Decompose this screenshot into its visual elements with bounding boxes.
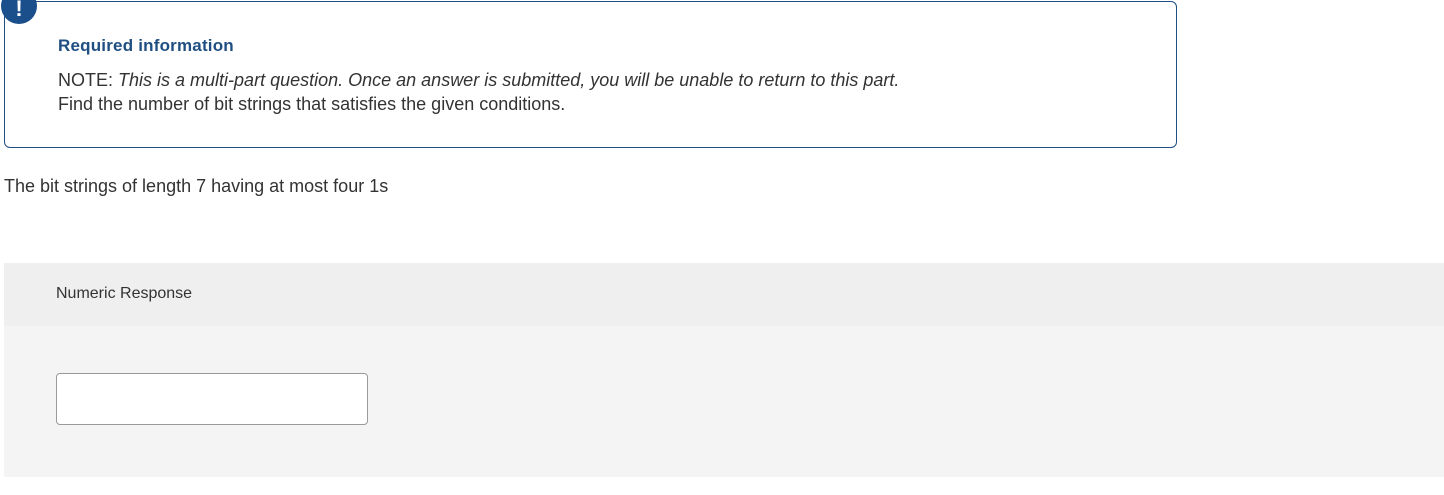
note-label: NOTE: xyxy=(58,70,114,90)
info-note: NOTE: This is a multi-part question. Onc… xyxy=(58,70,899,91)
response-panel: Numeric Response xyxy=(4,263,1444,477)
numeric-response-input[interactable] xyxy=(56,373,368,425)
alert-icon: ! xyxy=(1,0,37,24)
question-text: The bit strings of length 7 having at mo… xyxy=(4,176,389,196)
required-information-box: ! Required information NOTE: This is a m… xyxy=(1,0,1177,148)
info-title: Required information xyxy=(58,36,234,55)
note-text: This is a multi-part question. Once an a… xyxy=(118,70,900,90)
response-header: Numeric Response xyxy=(4,263,1444,326)
response-label: Numeric Response xyxy=(56,285,193,302)
info-instruction: Find the number of bit strings that sati… xyxy=(58,94,566,114)
page: ! Required information NOTE: This is a m… xyxy=(0,0,1444,495)
